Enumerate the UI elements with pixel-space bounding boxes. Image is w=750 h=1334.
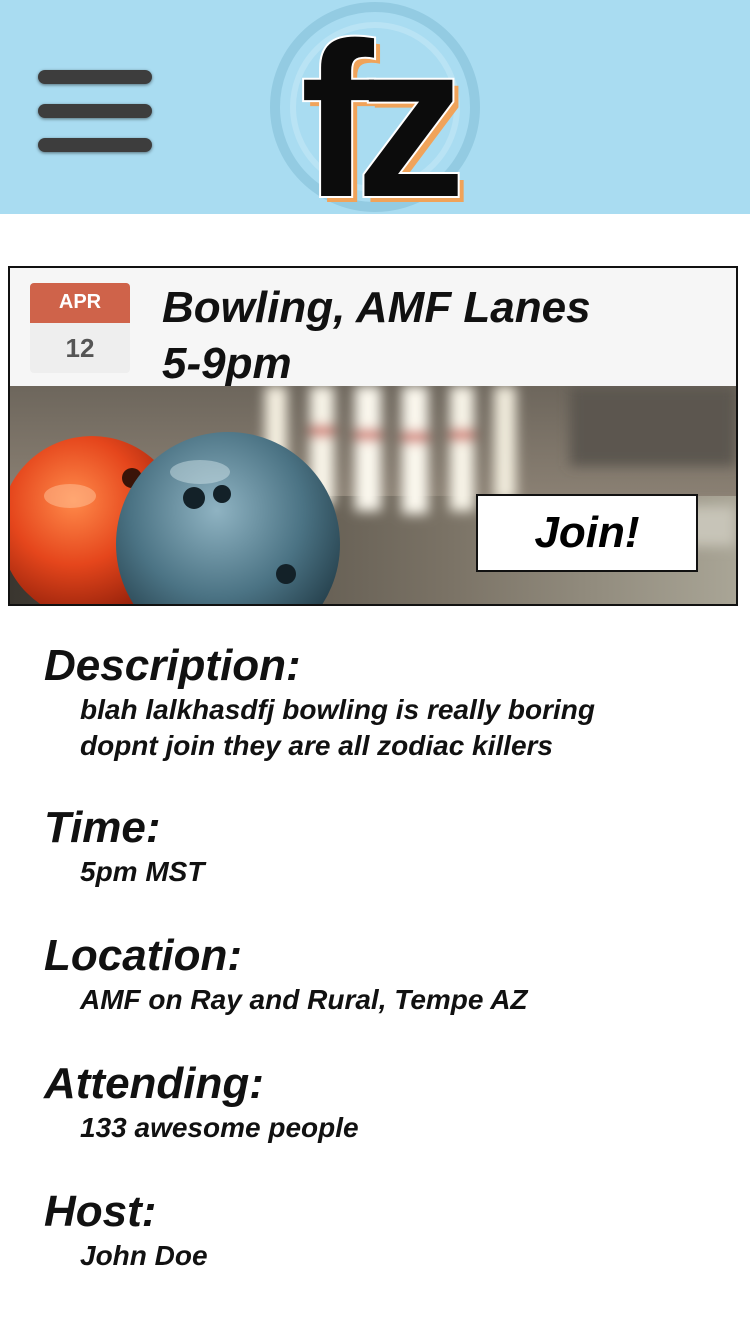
app-logo[interactable]: fz fz [268, 0, 482, 214]
menu-bar [38, 70, 152, 84]
host-heading: Host: [44, 1187, 157, 1236]
event-title-name: Bowling, AMF Lanes [162, 283, 591, 332]
description-text: blah lalkhasdfj bowling is really boring… [44, 692, 724, 764]
description-line: dopnt join they are all zodiac killers [80, 730, 554, 761]
time-section: Time: 5pm MST [44, 802, 724, 890]
date-day: 12 [65, 333, 95, 363]
description-section: Description: blah lalkhasdfj bowling is … [44, 640, 724, 764]
description-line: blah lalkhasdfj bowling is really boring [80, 694, 595, 725]
attending-heading: Attending: [44, 1059, 264, 1108]
time-heading: Time: [44, 803, 161, 852]
date-badge: APR 12 [30, 283, 130, 373]
location-heading: Location: [44, 931, 242, 980]
menu-bar [38, 104, 152, 118]
date-month: APR [30, 283, 130, 323]
location-value: AMF on Ray and Rural, Tempe AZ [80, 984, 528, 1015]
app-header: fz fz [0, 0, 750, 214]
fz-logo-icon: fz fz [270, 0, 482, 214]
location-section: Location: AMF on Ray and Rural, Tempe AZ [44, 930, 724, 1018]
event-title: Bowling, AMF Lanes 5-9pm [162, 280, 722, 392]
join-button[interactable]: Join! [476, 494, 698, 572]
description-heading: Description: [44, 641, 301, 690]
attending-value: 133 awesome people [80, 1112, 359, 1143]
event-card: APR 12 Bowling, AMF Lanes 5-9pm Join! [8, 266, 738, 606]
attending-section: Attending: 133 awesome people [44, 1058, 724, 1146]
event-photo: Join! [10, 386, 736, 604]
event-title-time: 5-9pm [162, 339, 292, 388]
logo-text: fz [300, 0, 458, 214]
menu-bar [38, 138, 152, 152]
hamburger-menu-icon[interactable] [36, 66, 156, 158]
time-value: 5pm MST [80, 856, 205, 887]
host-section: Host: John Doe [44, 1186, 724, 1274]
host-value[interactable]: John Doe [44, 1238, 724, 1274]
